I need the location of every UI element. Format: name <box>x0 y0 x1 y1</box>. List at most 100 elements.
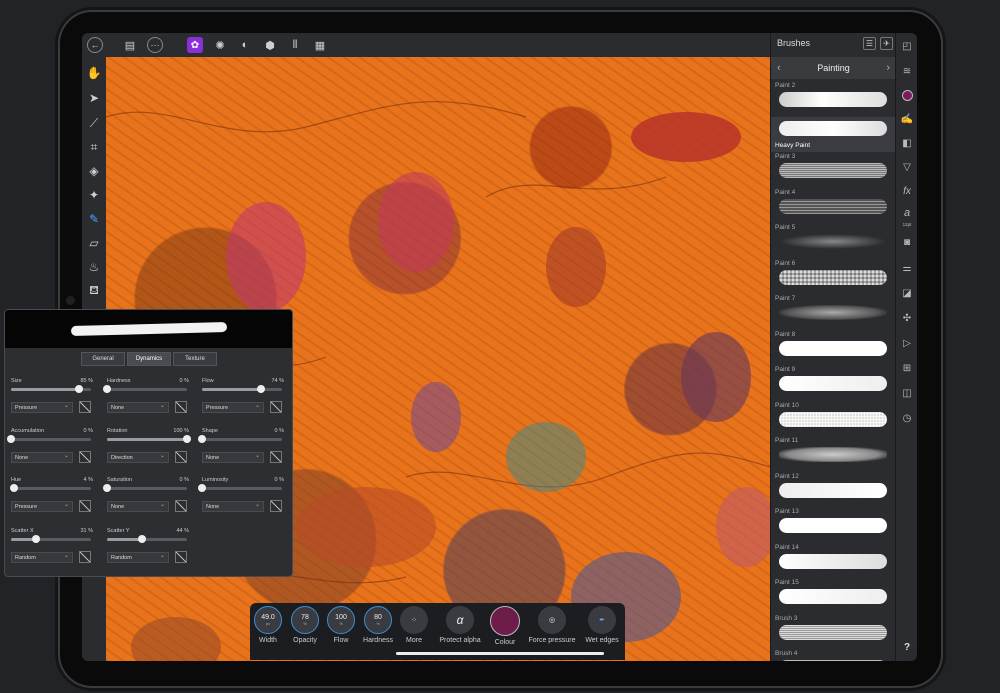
accumulation-slider[interactable] <box>7 435 91 443</box>
saturation-curve-icon[interactable] <box>175 500 187 512</box>
wet-edges-toggle[interactable]: ✒ Wet edges <box>584 606 620 644</box>
brushes-icon[interactable]: ✍ <box>899 111 915 127</box>
slider-knob[interactable] <box>103 385 111 393</box>
saturation-controller-select[interactable]: None <box>107 500 169 512</box>
color-picker-icon[interactable]: ⟋ <box>86 115 102 131</box>
brush-item[interactable]: Paint 3 <box>771 152 896 188</box>
fx-icon[interactable]: fx <box>899 183 915 199</box>
adjustments-icon[interactable]: ◧ <box>899 135 915 151</box>
hue-slider[interactable] <box>10 484 91 492</box>
saturation-slider[interactable] <box>103 484 187 492</box>
brush-item[interactable]: Paint 8 <box>771 330 896 366</box>
flow-slider[interactable] <box>202 385 282 393</box>
slider-knob[interactable] <box>198 484 206 492</box>
macro-icon[interactable]: ▷ <box>899 335 915 351</box>
accumulation-curve-icon[interactable] <box>79 451 91 463</box>
tab-texture[interactable]: Texture <box>173 352 217 366</box>
protect-alpha-toggle[interactable]: α Protect alpha <box>439 606 481 644</box>
slider-knob[interactable] <box>31 535 40 543</box>
tab-general[interactable]: General <box>81 352 125 366</box>
brush-item[interactable]: Paint 14 <box>771 543 896 579</box>
hardness-curve-icon[interactable] <box>175 401 187 413</box>
brush-category-selector[interactable]: ‹ Painting › <box>771 57 896 79</box>
brush-item[interactable]: Paint 5 <box>771 223 896 259</box>
prev-category-icon[interactable]: ‹ <box>777 57 781 79</box>
selection-brush-icon[interactable]: ✦ <box>86 187 102 203</box>
develop-persona-icon[interactable]: ◐ <box>237 37 253 53</box>
brush-item[interactable]: Brush 4 <box>771 649 896 661</box>
erase-brush-icon[interactable]: ▱ <box>86 235 102 251</box>
history-icon[interactable]: ◷ <box>899 410 915 426</box>
save-icon[interactable]: ▤ <box>122 37 138 53</box>
studio-menu-icon[interactable]: ☰ <box>863 37 876 50</box>
luminosity-controller-select[interactable]: None <box>202 500 264 512</box>
crop-tool-icon[interactable]: ⌗ <box>86 139 102 155</box>
tone-mapping-persona-icon[interactable]: ⬢ <box>262 37 278 53</box>
layers-icon[interactable]: ≋ <box>899 63 915 79</box>
navigator-icon[interactable]: ◰ <box>899 38 915 54</box>
brush-item[interactable]: Paint 11 <box>771 436 896 472</box>
slider-knob[interactable] <box>257 385 266 393</box>
stock-icon[interactable]: ⊞ <box>899 360 915 376</box>
rotation-curve-icon[interactable] <box>175 451 187 463</box>
pin-icon[interactable]: ✈ <box>880 37 893 50</box>
scatter-x-curve-icon[interactable] <box>79 551 91 563</box>
brush-item[interactable]: Paint 12 <box>771 472 896 508</box>
hardness-controller-select[interactable]: None <box>107 401 169 413</box>
luminosity-curve-icon[interactable] <box>270 500 282 512</box>
brush-item[interactable]: Paint 13 <box>771 507 896 543</box>
shape-curve-icon[interactable] <box>270 451 282 463</box>
colour-button[interactable]: Colour <box>487 606 523 646</box>
hue-curve-icon[interactable] <box>79 500 91 512</box>
shape-controller-select[interactable]: None <box>202 451 264 463</box>
slider-knob[interactable] <box>183 435 191 443</box>
tab-dynamics[interactable]: Dynamics <box>127 352 171 366</box>
shape-slider[interactable] <box>198 435 282 443</box>
liquify-persona-icon[interactable]: ✺ <box>212 37 228 53</box>
camera-icon[interactable]: ◙ <box>899 234 915 250</box>
brush-item[interactable]: Paint 4 <box>771 188 896 224</box>
size-curve-icon[interactable] <box>79 401 91 413</box>
export-persona-icon[interactable]: ▦ <box>312 37 328 53</box>
luminosity-slider[interactable] <box>198 484 282 492</box>
flow-controller-select[interactable]: Pressure <box>202 401 264 413</box>
hand-tool-icon[interactable]: ✋ <box>86 65 102 81</box>
slider-knob[interactable] <box>75 385 83 393</box>
force-pressure-toggle[interactable]: ◎ Force pressure <box>528 606 576 644</box>
brush-item[interactable]: Paint 6 <box>771 259 896 295</box>
scatter-y-curve-icon[interactable] <box>175 551 187 563</box>
hardness-slider[interactable] <box>103 385 187 393</box>
back-icon[interactable]: ← <box>87 37 103 53</box>
paint-brush-icon[interactable]: ✎ <box>86 211 102 227</box>
brush-item[interactable]: Paint 15 <box>771 578 896 614</box>
sliders-icon[interactable]: ⚌ <box>899 260 915 276</box>
scatter-x-controller-select[interactable]: Random <box>11 551 73 563</box>
flow-curve-icon[interactable] <box>270 401 282 413</box>
slider-knob[interactable] <box>198 435 206 443</box>
size-controller-select[interactable]: Pressure <box>11 401 73 413</box>
rotation-controller-select[interactable]: Direction <box>107 451 169 463</box>
fill-tool-icon[interactable]: ◈ <box>86 163 102 179</box>
filters-icon[interactable]: ▽ <box>899 159 915 175</box>
color-icon[interactable] <box>899 87 915 103</box>
slider-knob[interactable] <box>7 435 15 443</box>
align-icon[interactable]: ⦀ <box>287 37 303 53</box>
hue-controller-select[interactable]: Pressure <box>11 500 73 512</box>
brush-item[interactable]: Heavy Paint <box>771 116 896 152</box>
transform-icon[interactable]: ◪ <box>899 285 915 301</box>
rotation-slider[interactable] <box>107 435 191 443</box>
brush-item[interactable]: Paint 9 <box>771 365 896 401</box>
burn-tool-icon[interactable]: ♨ <box>86 259 102 275</box>
more-button[interactable]: ⁘ More <box>396 606 432 644</box>
move-tool-icon[interactable]: ➤ <box>86 90 102 106</box>
size-slider[interactable] <box>11 385 91 393</box>
accumulation-controller-select[interactable]: None <box>11 451 73 463</box>
brush-item[interactable]: Paint 7 <box>771 294 896 330</box>
scatter-y-controller-select[interactable]: Random <box>107 551 169 563</box>
photo-persona-icon[interactable]: ✿ <box>187 37 203 53</box>
clone-tool-icon[interactable]: ⛾ <box>86 283 102 299</box>
slider-knob[interactable] <box>10 484 19 492</box>
scatter-y-slider[interactable] <box>107 535 187 543</box>
brush-item[interactable]: Paint 10 <box>771 401 896 437</box>
more-icon[interactable]: ··· <box>147 37 163 53</box>
